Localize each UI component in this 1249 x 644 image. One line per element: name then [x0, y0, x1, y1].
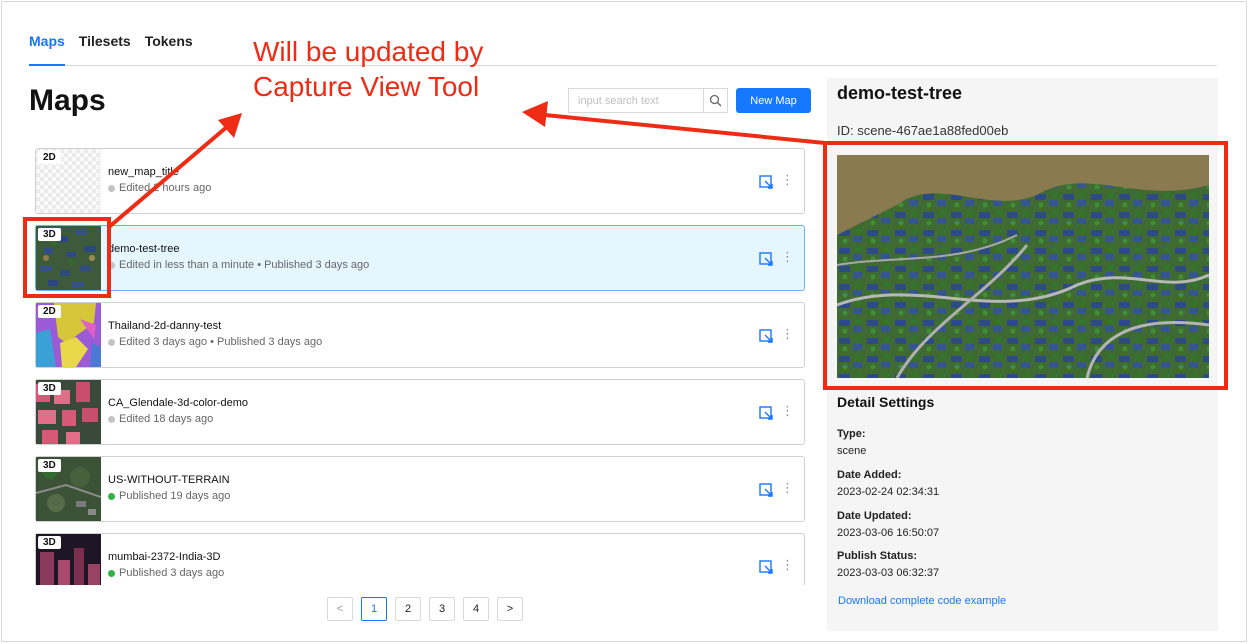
- map-card[interactable]: 3D US-WITHOUT-TERRAIN Published 19 days …: [35, 456, 805, 522]
- map-status: Edited 2 hours ago: [108, 182, 211, 194]
- map-status: Edited 18 days ago: [108, 413, 213, 425]
- map-status: Published 3 days ago: [108, 567, 224, 579]
- map-thumbnail: 2D: [36, 149, 101, 213]
- field-label: Publish Status:: [837, 550, 918, 562]
- page-title: Maps: [29, 84, 106, 117]
- map-name: Thailand-2d-danny-test: [108, 320, 222, 332]
- detail-settings-heading: Detail Settings: [837, 394, 935, 410]
- field-label: Date Added:: [837, 469, 902, 481]
- map-name: mumbai-2372-India-3D: [108, 551, 221, 563]
- map-status-text: Published 3 days ago: [119, 567, 225, 579]
- more-options-icon[interactable]: ⋮: [781, 404, 794, 418]
- detail-field-publish-status: Publish Status: 2023-03-03 06:32:37: [837, 550, 939, 579]
- map-status-text: Edited 3 days ago • Published 3 days ago: [119, 336, 323, 348]
- annotation-highlight-thumbnail: [23, 217, 111, 298]
- map-card[interactable]: 3D demo-test-tree Edited in less than a …: [35, 225, 805, 291]
- more-options-icon[interactable]: ⋮: [781, 327, 794, 341]
- annotation-line-1: Will be updated by: [253, 36, 484, 67]
- download-code-link[interactable]: Download complete code example: [838, 595, 1006, 607]
- field-value: 2023-02-24 02:34:31: [837, 486, 940, 498]
- map-status: Published 19 days ago: [108, 490, 230, 502]
- page-2-button[interactable]: 2: [395, 597, 421, 621]
- capture-view-icon[interactable]: [758, 251, 774, 267]
- map-name: new_map_title: [108, 166, 179, 178]
- search-input[interactable]: [568, 88, 703, 113]
- map-type-badge: 2D: [38, 151, 61, 164]
- more-options-icon[interactable]: ⋮: [781, 481, 794, 495]
- annotation-highlight-preview: [823, 141, 1228, 390]
- map-thumbnail: 3D: [36, 534, 101, 585]
- page-4-button[interactable]: 4: [463, 597, 489, 621]
- map-status-text: Edited 18 days ago: [119, 413, 214, 425]
- annotation-line-2: Capture View Tool: [253, 71, 480, 102]
- detail-id: ID: scene-467ae1a88fed00eb: [837, 123, 1009, 138]
- map-status-text: Edited in less than a minute • Published…: [119, 259, 370, 271]
- search-box: [568, 88, 728, 113]
- field-label: Type:: [837, 428, 866, 440]
- map-card[interactable]: 2D new_map_title Edited 2 hours ago ⋮: [35, 148, 805, 214]
- field-value: 2023-03-06 16:50:07: [837, 527, 940, 539]
- capture-view-icon[interactable]: [758, 405, 774, 421]
- status-dot: [108, 184, 115, 192]
- page-3-button[interactable]: 3: [429, 597, 455, 621]
- tab-bar: Maps Tilesets Tokens: [29, 30, 1217, 66]
- status-dot: [108, 569, 115, 577]
- map-status-text: Published 19 days ago: [119, 490, 231, 502]
- map-card[interactable]: 3D mumbai-2372-India-3D Published 3 days…: [35, 533, 805, 585]
- map-type-badge: 3D: [38, 382, 61, 395]
- map-thumbnail: 3D: [36, 457, 101, 521]
- map-status: Edited 3 days ago • Published 3 days ago: [108, 336, 322, 348]
- tab-tokens[interactable]: Tokens: [145, 30, 193, 66]
- status-dot: [108, 492, 115, 500]
- map-name: demo-test-tree: [108, 243, 180, 255]
- page-1-button[interactable]: 1: [361, 597, 387, 621]
- more-options-icon[interactable]: ⋮: [781, 558, 794, 572]
- field-value: 2023-03-03 06:32:37: [837, 567, 940, 579]
- detail-field-type: Type: scene: [837, 428, 866, 457]
- status-dot: [108, 415, 115, 423]
- annotation-text: Will be updated by Capture View Tool: [253, 34, 483, 104]
- field-value: scene: [837, 445, 867, 457]
- detail-title: demo-test-tree: [837, 83, 963, 103]
- tab-tilesets[interactable]: Tilesets: [79, 30, 131, 66]
- map-thumbnail: 2D: [36, 303, 101, 367]
- tab-maps[interactable]: Maps: [29, 30, 65, 66]
- search-button[interactable]: [703, 88, 728, 113]
- map-type-badge: 2D: [38, 305, 61, 318]
- map-type-badge: 3D: [38, 459, 61, 472]
- status-dot: [108, 338, 115, 346]
- map-status: Edited in less than a minute • Published…: [108, 259, 369, 271]
- capture-view-icon[interactable]: [758, 174, 774, 190]
- capture-view-icon[interactable]: [758, 559, 774, 575]
- capture-view-icon[interactable]: [758, 328, 774, 344]
- more-options-icon[interactable]: ⋮: [781, 250, 794, 264]
- new-map-button[interactable]: New Map: [736, 88, 811, 113]
- pagination: < 1 2 3 4 >: [327, 597, 523, 621]
- map-card[interactable]: 3D CA_Glendale-3d-color-demo Edited 18 d…: [35, 379, 805, 445]
- detail-field-date-updated: Date Updated: 2023-03-06 16:50:07: [837, 510, 939, 539]
- next-page-button[interactable]: >: [497, 597, 523, 621]
- more-options-icon[interactable]: ⋮: [781, 173, 794, 187]
- map-list: 2D new_map_title Edited 2 hours ago ⋮ 3D…: [35, 148, 805, 585]
- prev-page-button[interactable]: <: [327, 597, 353, 621]
- map-thumbnail: 3D: [36, 380, 101, 444]
- map-status-text: Edited 2 hours ago: [119, 182, 212, 194]
- search-icon: [709, 94, 722, 107]
- map-name: US-WITHOUT-TERRAIN: [108, 474, 230, 486]
- detail-field-date-added: Date Added: 2023-02-24 02:34:31: [837, 469, 939, 498]
- capture-view-icon[interactable]: [758, 482, 774, 498]
- map-card[interactable]: 2D Thailand-2d-danny-test Edited 3 days …: [35, 302, 805, 368]
- map-name: CA_Glendale-3d-color-demo: [108, 397, 249, 409]
- field-label: Date Updated:: [837, 510, 912, 522]
- map-type-badge: 3D: [38, 536, 61, 549]
